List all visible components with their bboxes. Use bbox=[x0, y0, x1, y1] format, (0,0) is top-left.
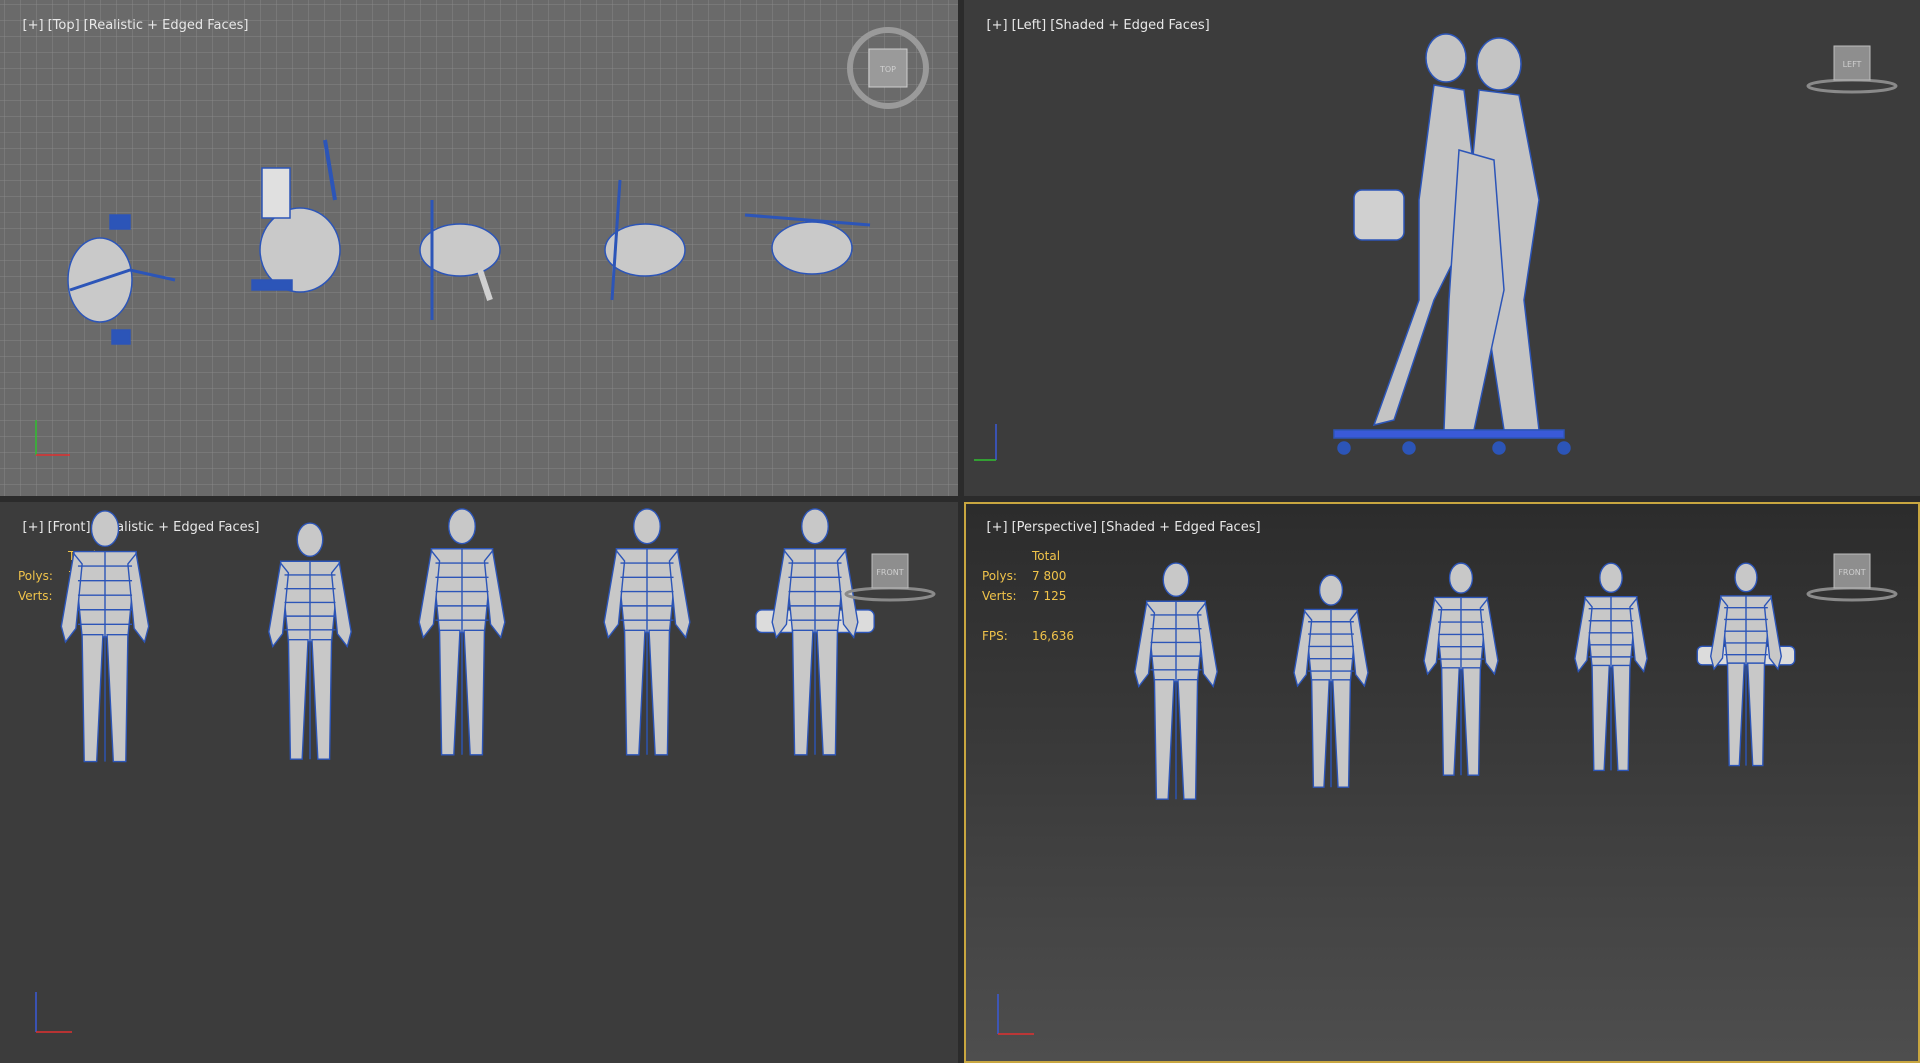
perspective-view-scene bbox=[1134, 562, 1796, 800]
front-figure-3 bbox=[418, 508, 506, 756]
left-view-scene bbox=[1333, 33, 1571, 455]
front-figure-5 bbox=[755, 508, 875, 756]
persp-figure-3 bbox=[1423, 562, 1499, 776]
persp-figure-5 bbox=[1696, 562, 1796, 767]
viewcube-front-icon[interactable]: FRONT bbox=[1802, 548, 1902, 608]
axis-tripod-icon bbox=[974, 424, 997, 461]
top-figure-4 bbox=[604, 179, 686, 301]
axis-tripod-icon bbox=[997, 994, 1034, 1035]
viewport-front[interactable]: [+][Front][Realistic + Edged Faces] Tota… bbox=[0, 502, 958, 1063]
svg-text:LEFT: LEFT bbox=[1843, 60, 1862, 69]
viewcube-top-icon[interactable]: TOP bbox=[845, 25, 931, 115]
svg-text:FRONT: FRONT bbox=[876, 568, 903, 577]
front-figure-2 bbox=[268, 522, 352, 760]
front-figure-4 bbox=[603, 508, 691, 756]
skateboard bbox=[1333, 429, 1565, 439]
viewport-perspective[interactable]: [+] [Perspective] [Shaded + Edged Faces] T… bbox=[964, 502, 1920, 1063]
axis-tripod-icon bbox=[35, 420, 70, 456]
axis-tripod-icon bbox=[35, 992, 72, 1033]
top-figure-2 bbox=[251, 139, 341, 293]
top-view-scene bbox=[67, 139, 871, 345]
svg-text:FRONT: FRONT bbox=[1838, 568, 1865, 577]
front-view-scene bbox=[60, 508, 875, 763]
top-figure-3 bbox=[419, 200, 501, 320]
svg-text:TOP: TOP bbox=[879, 65, 896, 74]
top-figure-1 bbox=[67, 214, 176, 345]
viewcube-left-icon[interactable]: LEFT bbox=[1802, 40, 1902, 100]
persp-figure-1 bbox=[1134, 562, 1218, 800]
persp-figure-4 bbox=[1574, 562, 1648, 772]
viewcube-front-icon[interactable]: FRONT bbox=[840, 548, 940, 608]
top-figure-5 bbox=[744, 213, 871, 275]
left-figure-head-1 bbox=[1425, 33, 1467, 83]
front-figure-1 bbox=[60, 510, 150, 763]
viewport-top[interactable]: [+] [Top] [Realistic + Edged Faces] TOP bbox=[0, 0, 958, 496]
persp-figure-2 bbox=[1293, 574, 1369, 788]
viewport-left[interactable]: [+] [Left] [Shaded + Edged Faces] LEFT bbox=[964, 0, 1920, 496]
left-figure-head-2 bbox=[1476, 37, 1522, 91]
